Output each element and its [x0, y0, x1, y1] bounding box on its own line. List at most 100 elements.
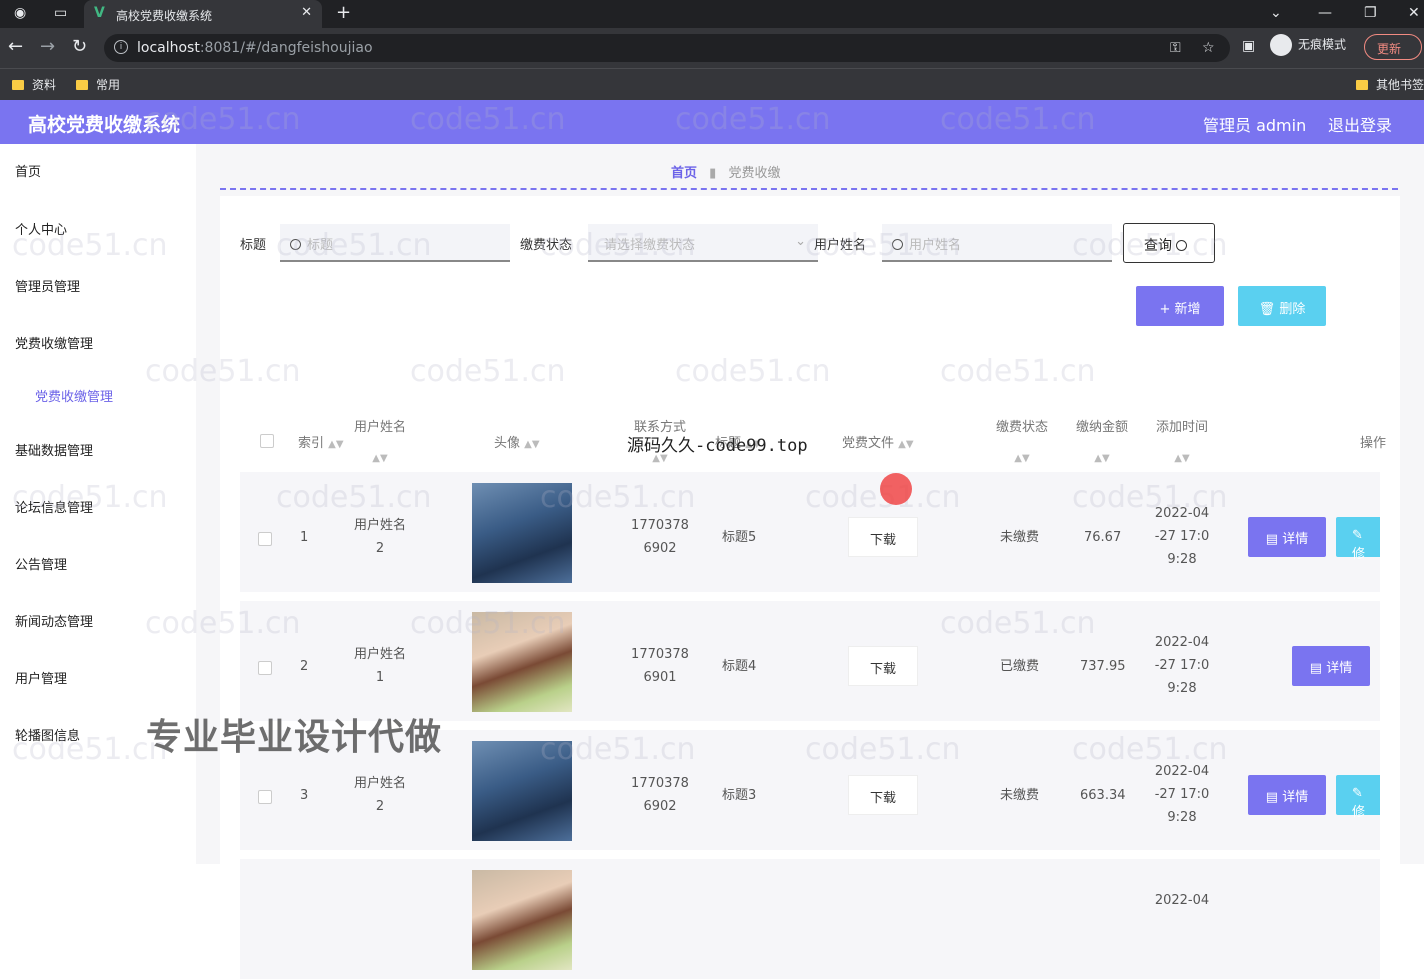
download-button[interactable]: 下载	[848, 517, 918, 557]
url-input[interactable]: i localhost:8081/#/dangfeishoujiao ⚿ ☆	[104, 34, 1230, 62]
add-button[interactable]: + 新增	[1136, 286, 1224, 326]
sort-icon: ▲▼	[1094, 453, 1110, 464]
incognito-badge[interactable]: 无痕模式	[1270, 34, 1346, 56]
bookmark-folder-changyong[interactable]: 常用	[76, 76, 120, 93]
query-button[interactable]: 查询	[1123, 223, 1215, 263]
doc-icon: ▤	[1265, 790, 1279, 805]
sidebar-subitem-dues[interactable]: 党费收缴管理	[35, 386, 113, 405]
filter-title-label: 标题	[240, 238, 267, 253]
col-user[interactable]: 用户姓名 ▲▼	[350, 416, 410, 465]
cell-index: 3	[300, 788, 309, 803]
sort-icon: ▲▼	[372, 453, 388, 464]
minimize-icon[interactable]: —	[1318, 5, 1332, 21]
avatar	[472, 870, 572, 970]
filter-status-label: 缴费状态	[520, 238, 573, 253]
window-close-icon[interactable]: ✕	[1408, 5, 1420, 21]
cell-time: 2022-04 -27 17:0 9:28	[1154, 635, 1210, 696]
sidebar-item-users[interactable]: 用户管理	[15, 668, 67, 687]
edit-button[interactable]: ✎ 修	[1336, 775, 1380, 820]
folder-icon	[1356, 80, 1368, 90]
cell-title: 标题4	[722, 659, 757, 674]
filter-user-label: 用户姓名	[814, 238, 867, 253]
update-button[interactable]: 更新	[1364, 34, 1422, 60]
cell-status: 未缴费	[1000, 788, 1040, 803]
tab-overview-icon[interactable]: ▭	[54, 5, 67, 21]
row-checkbox[interactable]	[258, 790, 272, 804]
site-overlay-text: 源码久久-code99.top	[627, 436, 808, 456]
search-icon	[1176, 240, 1188, 251]
bookmark-folder-ziliao[interactable]: 资料	[12, 76, 56, 93]
breadcrumb-home[interactable]: 首页	[671, 166, 697, 181]
folder-icon	[76, 80, 88, 90]
detail-button[interactable]: ▤ 详情	[1248, 517, 1326, 557]
sort-icon: ▲▼	[898, 439, 914, 450]
logout-link[interactable]: 退出登录	[1328, 112, 1392, 136]
sidebar-item-notice[interactable]: 公告管理	[15, 554, 67, 573]
sidebar-item-carousel[interactable]: 轮播图信息	[15, 725, 80, 744]
bookmark-star-icon[interactable]: ☆	[1202, 40, 1215, 56]
sidebar-item-news[interactable]: 新闻动态管理	[15, 611, 93, 630]
app-title: 高校党费收缴系统	[28, 114, 181, 136]
sidebar-item-profile[interactable]: 个人中心	[15, 219, 67, 238]
sort-icon: ▲▼	[1014, 453, 1030, 464]
admin-label: 管理员 admin	[1203, 116, 1307, 135]
bookmark-folder-other[interactable]: 其他书签	[1356, 76, 1424, 93]
cell-user: 用户姓名 1	[353, 647, 406, 685]
cell-phone: 1770378 6902	[631, 776, 689, 814]
back-icon[interactable]: ←	[8, 36, 23, 57]
cell-user: 用户姓名 2	[353, 518, 406, 556]
cell-amount: 737.95	[1080, 659, 1126, 674]
col-amount[interactable]: 缴纳金额 ▲▼	[1072, 416, 1132, 465]
edit-button[interactable]: ✎ 修	[1336, 517, 1380, 562]
table-row: 2 用户姓名 1 1770378 6901 标题4 下载 已缴费 737.95 20…	[240, 601, 1380, 721]
maximize-icon[interactable]: ❐	[1364, 5, 1377, 21]
folder-icon	[12, 80, 24, 90]
sidebar-item-forum[interactable]: 论坛信息管理	[15, 497, 93, 516]
sort-icon: ▲▼	[1174, 453, 1190, 464]
sidebar-item-dues[interactable]: 党费收缴管理	[15, 333, 93, 352]
col-avatar[interactable]: 头像 ▲▼	[494, 432, 540, 451]
doc-icon: ▤	[1309, 661, 1323, 676]
download-button[interactable]: 下载	[848, 775, 918, 815]
tab-close-icon[interactable]: ✕	[301, 5, 312, 20]
sort-icon: ▲▼	[328, 439, 344, 450]
pencil-icon: ✎	[1352, 528, 1363, 543]
key-icon[interactable]: ⚿	[1170, 40, 1181, 56]
sort-icon: ▲▼	[524, 439, 540, 450]
col-index[interactable]: 索引 ▲▼	[298, 432, 344, 451]
select-all-checkbox[interactable]	[260, 434, 274, 448]
sidebar-item-home[interactable]: 首页	[15, 161, 41, 180]
browser-address-bar: ← → ↻ i localhost:8081/#/dangfeishoujiao…	[0, 28, 1424, 68]
detail-button[interactable]: ▤ 详情	[1248, 775, 1326, 815]
row-checkbox[interactable]	[258, 661, 272, 675]
col-status[interactable]: 缴费状态 ▲▼	[992, 416, 1052, 465]
browser-tab[interactable]: V 高校党费收缴系统 ✕	[84, 0, 322, 28]
sidebar-item-admin[interactable]: 管理员管理	[15, 276, 80, 295]
breadcrumb-divider	[220, 188, 1398, 190]
sidepanel-icon[interactable]: ▣	[1242, 38, 1255, 54]
browser-menu-icon[interactable]: ◉	[14, 5, 26, 21]
sidebar-item-basedata[interactable]: 基础数据管理	[15, 440, 93, 459]
user-search-input[interactable]: 用户姓名	[882, 224, 1112, 262]
row-checkbox[interactable]	[258, 532, 272, 546]
cell-phone: 1770378 6902	[631, 518, 689, 556]
bookmarks-bar: 资料 常用 其他书签	[0, 68, 1424, 100]
pencil-icon: ✎	[1352, 786, 1363, 801]
table-row: 1 用户姓名 2 1770378 6902 标题5 下载 未缴费 76.67 202…	[240, 472, 1380, 592]
detail-button[interactable]: ▤ 详情	[1292, 646, 1370, 686]
delete-button[interactable]: 🗑 删除	[1238, 286, 1326, 326]
download-button[interactable]: 下载	[848, 646, 918, 686]
promo-overlay-text: 专业毕业设计代做	[146, 717, 443, 758]
col-time[interactable]: 添加时间 ▲▼	[1152, 416, 1212, 465]
site-info-icon[interactable]: i	[114, 40, 128, 54]
cell-time: 2022-04 -27 17:0 9:28	[1154, 764, 1210, 825]
breadcrumb: 首页 ▮ 党费收缴	[671, 162, 780, 181]
new-tab-icon[interactable]: +	[336, 2, 351, 23]
tab-search-icon[interactable]: ⌄	[1270, 5, 1282, 21]
title-search-input[interactable]: 标题	[280, 224, 510, 262]
forward-icon[interactable]: →	[40, 36, 55, 57]
reload-icon[interactable]: ↻	[72, 36, 87, 57]
status-select[interactable]: 请选择缴费状态 ⌄	[588, 224, 818, 262]
cell-amount: 76.67	[1084, 530, 1122, 545]
col-file[interactable]: 党费文件 ▲▼	[842, 432, 914, 451]
